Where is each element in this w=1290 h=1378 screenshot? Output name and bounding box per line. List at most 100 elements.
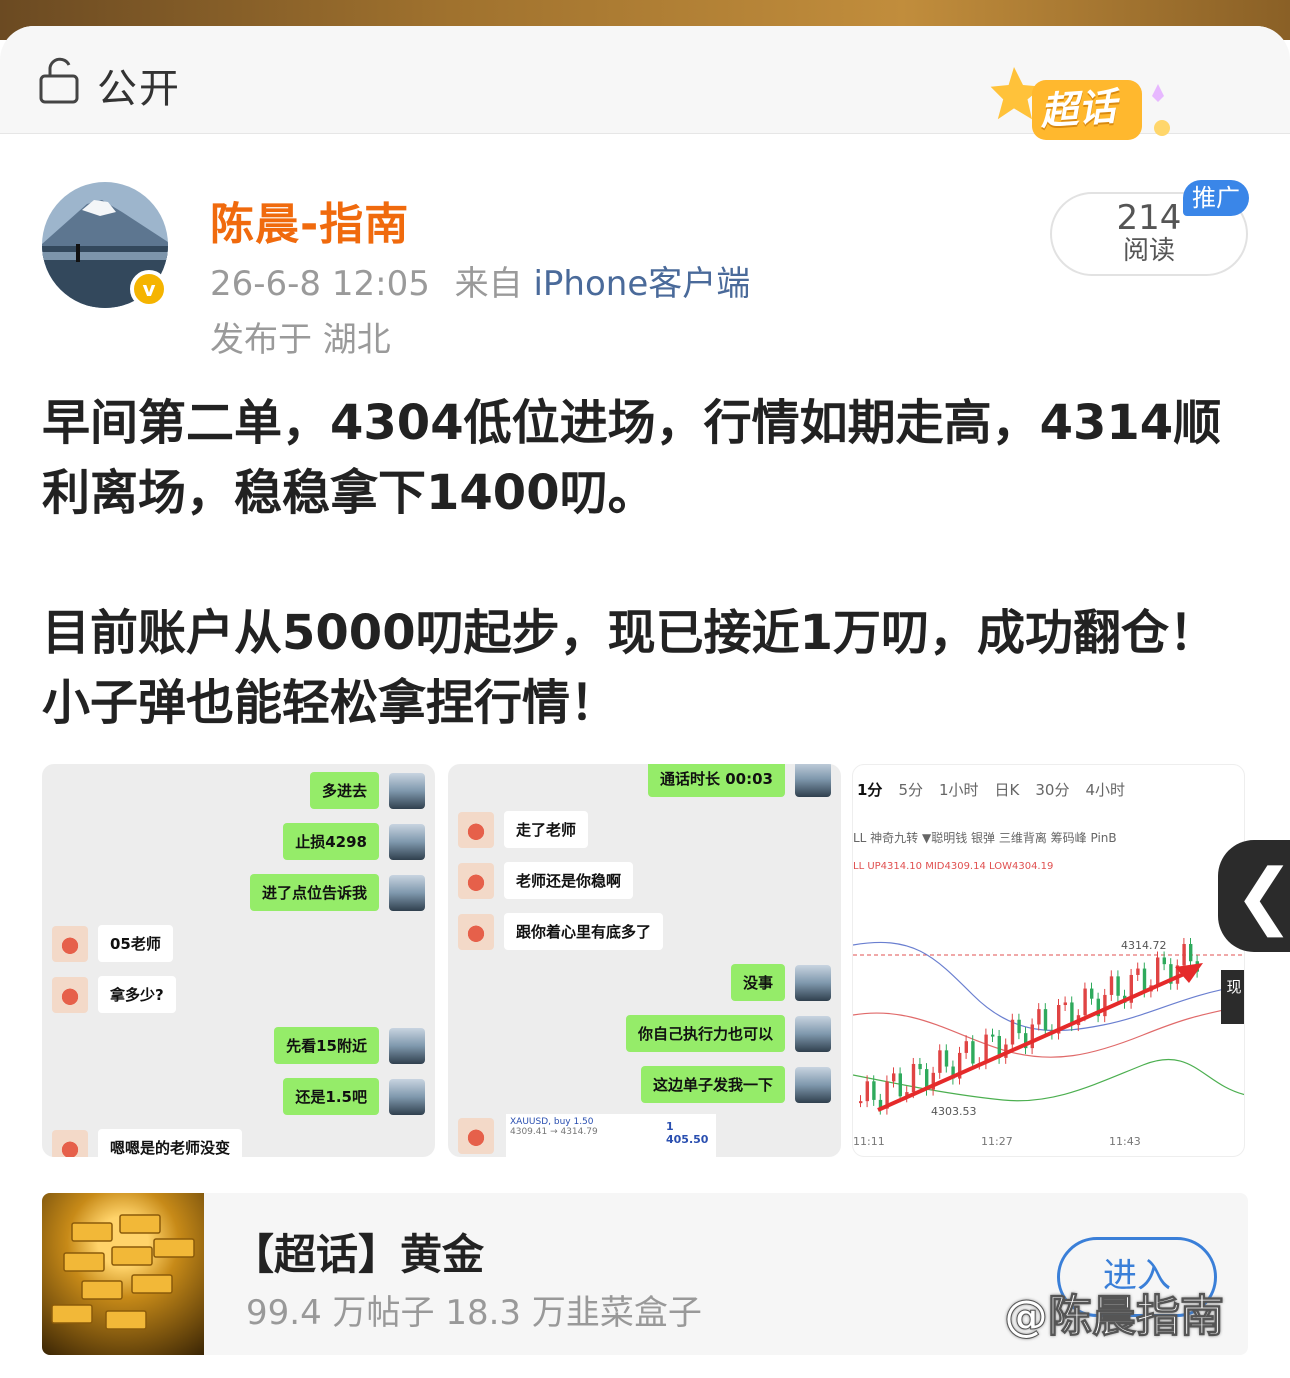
chat-bubble: 你自己执行力也可以 xyxy=(625,1015,785,1052)
topic-stats: 99.4 万帖子 18.3 万韭菜盒子 xyxy=(246,1293,702,1333)
candle xyxy=(911,1063,916,1093)
candle xyxy=(1142,968,1147,992)
chart-tab[interactable]: 30分 xyxy=(1035,779,1069,819)
chat-avatar xyxy=(458,1118,494,1154)
post-paragraph-2: 目前账户从5000叨起步，现已接近1万叨，成功翻仓！小子弹也能轻松拿捏行情！ xyxy=(42,605,1217,731)
chat-bubble: 老师还是你稳啊 xyxy=(504,862,634,899)
post-image-3[interactable]: 1分 5分 1小时 日K 30分 4小时 LL 神奇九转 ▼聪明钱 银弹 三维背离 筹码峰… xyxy=(852,764,1245,1157)
candle xyxy=(1037,1009,1041,1025)
chart-tab[interactable]: 4小时 xyxy=(1085,779,1125,819)
chat-avatar xyxy=(52,925,88,962)
chat-bubble: 拿多少? xyxy=(98,976,176,1013)
chat-avatar xyxy=(389,1027,425,1064)
post-location: 发布于 湖北 xyxy=(210,320,391,360)
candle xyxy=(991,1034,995,1037)
chat-message: 拿多少? xyxy=(52,976,176,1013)
candle xyxy=(1109,976,1114,995)
chat-message: 没事 xyxy=(730,964,831,1001)
chat-bubble: 05老师 xyxy=(98,925,173,962)
chat-avatar xyxy=(458,862,494,899)
chaohua-badge-label: 超话 xyxy=(1038,84,1118,134)
chat-message: 这边单子发我一下 xyxy=(640,1066,831,1103)
candle xyxy=(1043,1009,1048,1031)
price-chart: 4314.72 4303.53 xyxy=(853,937,1244,1118)
candle xyxy=(1010,1019,1015,1045)
candle xyxy=(1189,943,1193,962)
candle xyxy=(1162,957,1166,965)
post-source[interactable]: iPhone客户端 xyxy=(533,264,750,304)
chat-avatar xyxy=(389,1078,425,1115)
chat-message: 先看15附近 xyxy=(274,1027,425,1064)
post-image-1[interactable]: 多进去止损4298 进了点位告诉我 05老师拿多少? 先看15附近还是1.5吧嗯嗯是的… xyxy=(42,764,435,1157)
chart-tab[interactable]: 1分 xyxy=(857,779,882,819)
chat-bubble: 没事 xyxy=(730,964,785,1001)
x-tick-3: 11:43 xyxy=(1109,1135,1141,1148)
chat-bubble: 通话时长 00:03 xyxy=(648,764,785,797)
chat-avatar xyxy=(389,823,425,860)
candle xyxy=(984,1034,988,1064)
candle xyxy=(944,1050,949,1067)
order-profit: 1 405.50 xyxy=(666,1120,709,1146)
lock-open-icon xyxy=(39,57,79,104)
chat-avatar xyxy=(458,811,494,848)
chat-message: 通话时长 00:03 xyxy=(648,764,831,797)
candle xyxy=(898,1073,902,1097)
chat-avatar xyxy=(52,976,88,1013)
chat-avatar xyxy=(795,964,831,1001)
chat-bubble: 止损4298 xyxy=(283,823,379,860)
author-name[interactable]: 陈晨-指南 xyxy=(210,188,409,252)
post-body: 早间第二单，4304低位进场，行情如期走高，4314顺利离场，稳稳拿下1400叨… xyxy=(42,388,1252,738)
post-paragraph-1: 早间第二单，4304低位进场，行情如期走高，4314顺利离场，稳稳拿下1400叨… xyxy=(42,395,1222,521)
chart-indicator-bar: LL 神奇九转 ▼聪明钱 银弹 三维背离 筹码峰 PinB xyxy=(853,831,1117,845)
chart-timeframe-tabs: 1分 5分 1小时 日K 30分 4小时 xyxy=(853,779,1244,819)
post-card: 公开 超话 v 陈晨-指南 26-6-8 12:05 来自 iPhone客户端 … xyxy=(0,26,1290,1378)
candle xyxy=(1156,957,1160,986)
visibility-label[interactable]: 公开 xyxy=(97,56,181,114)
candle xyxy=(1182,943,1186,966)
chart-boll-readout: LL UP4314.10 MID4309.14 LOW4304.19 xyxy=(853,861,1054,872)
chat-bubble: 走了老师 xyxy=(504,811,589,848)
candle xyxy=(1063,1002,1067,1006)
chat-avatar xyxy=(795,764,831,797)
chevron-left-icon: ❮ xyxy=(1234,853,1290,937)
order-detail-card: XAUUSD, buy 1.50 4309.41 → 4314.79 1 405.5… xyxy=(506,1114,716,1157)
candle xyxy=(1090,988,1094,999)
chat-message: 多进去 xyxy=(309,772,425,809)
candle xyxy=(872,1081,876,1100)
candle xyxy=(1083,988,1087,1016)
candle xyxy=(865,1081,869,1102)
chat-message: 进了点位告诉我 xyxy=(249,874,425,911)
chart-low-label: 4303.53 xyxy=(931,1105,977,1118)
topic-thumbnail xyxy=(42,1193,204,1355)
chat-bubble: 跟你着心里有底多了 xyxy=(504,913,664,950)
chat-avatar xyxy=(795,1066,831,1103)
chat-message: 还是1.5吧 xyxy=(283,1078,425,1115)
candle xyxy=(964,1041,968,1053)
chat-message: 你自己执行力也可以 xyxy=(625,1015,831,1052)
side-collapse-tab[interactable]: ❮ xyxy=(1218,840,1290,952)
candle xyxy=(971,1041,975,1064)
visibility-header: 公开 超话 xyxy=(0,26,1290,140)
candle xyxy=(892,1073,896,1082)
chat-message: 跟你着心里有底多了 xyxy=(458,913,664,950)
candle xyxy=(918,1063,922,1070)
candle xyxy=(938,1050,942,1073)
chart-tab[interactable]: 日K xyxy=(995,779,1020,819)
candle xyxy=(1030,1024,1034,1049)
chat-bubble: 嗯嗯是的老师没变 xyxy=(98,1129,243,1157)
chart-tab[interactable]: 1小时 xyxy=(939,779,979,819)
chat-message: 嗯嗯是的老师没变 xyxy=(52,1129,243,1157)
chat-bubble: 还是1.5吧 xyxy=(283,1078,379,1115)
post-time: 26-6-8 12:05 xyxy=(210,264,430,304)
verified-v-icon: v xyxy=(130,270,168,308)
from-label: 来自 xyxy=(454,264,523,304)
chat-avatar xyxy=(795,1015,831,1052)
chat-message: 止损4298 xyxy=(283,823,425,860)
x-tick-1: 11:11 xyxy=(853,1135,885,1148)
chat-bubble: 先看15附近 xyxy=(274,1027,379,1064)
chat-bubble: 多进去 xyxy=(309,772,379,809)
chart-tab[interactable]: 5分 xyxy=(898,779,923,819)
promote-badge[interactable]: 推广 xyxy=(1183,180,1249,216)
post-image-2[interactable]: 通话时长 00:03 走了老师老师还是你稳啊 跟你着心里有底多了没事你自己执行力也可… xyxy=(448,764,841,1157)
candle xyxy=(1017,1019,1021,1034)
